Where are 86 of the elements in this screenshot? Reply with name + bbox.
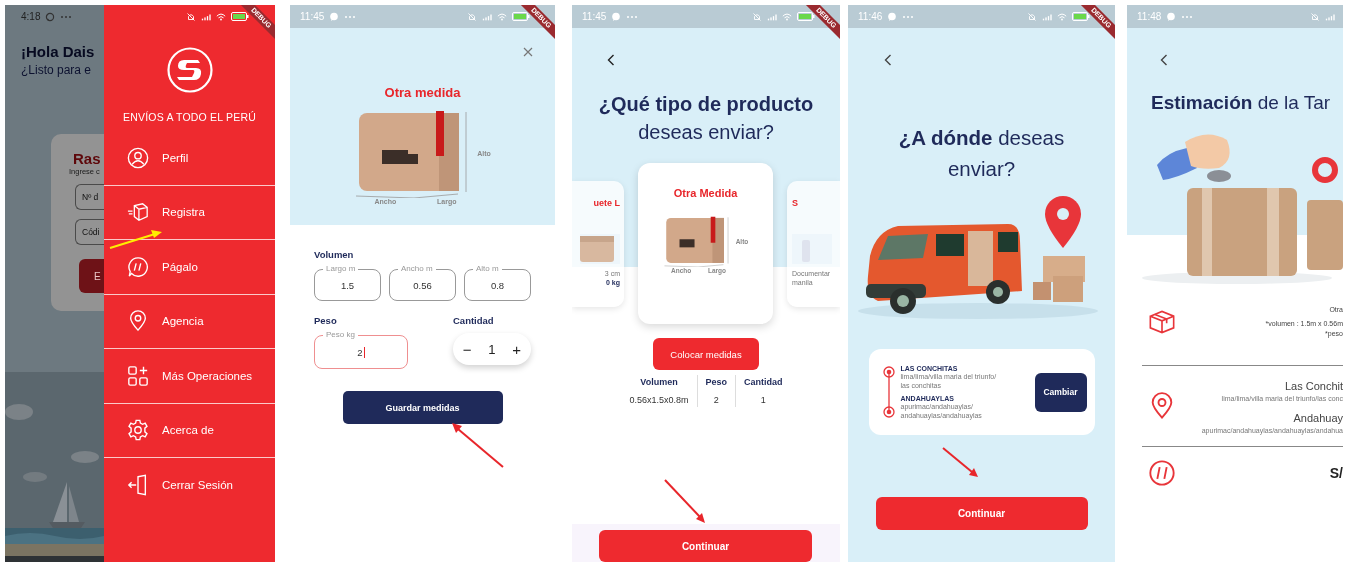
place-name: Andahuay [1293,412,1343,424]
arrow [664,479,705,523]
screen-title: ¿A dónde deseas enviar? [897,125,1066,182]
grid-plus-icon [127,364,149,387]
greeting-subtitle: ¿Listo para e [21,63,93,77]
menu-item[interactable]: Acerca de [104,403,275,458]
quantity-value: 1 [488,341,496,357]
more-icon [344,14,357,19]
arrow [109,230,162,249]
arrow [942,447,978,477]
section-label: Volumen [314,249,355,260]
section-label: Peso [314,315,338,326]
continue-button[interactable]: Continuar [875,497,1088,530]
increment-button[interactable]: + [509,341,525,357]
table-cell: 0.56x1.5x0.8m [629,395,689,405]
submit-button[interactable]: E [79,259,104,293]
battery-icon [231,12,249,21]
screen-subtitle: deseas enviar? [638,121,774,144]
card-title: Ras [73,150,101,167]
place-name: Las Conchit [1284,380,1343,392]
screen-title: Estimación de la Tar [1151,92,1332,114]
logo-icon [166,47,213,93]
speech-bubble-icon [127,255,149,278]
mute-icon [186,11,196,22]
mute-icon [1027,11,1037,22]
menu-item[interactable]: Perfil [104,131,275,186]
card-title: Otra Medida [673,187,738,199]
card-title: S [792,197,798,208]
status-time: 4:18 [21,11,41,22]
column-header: Peso [705,377,727,387]
decrement-button[interactable]: − [459,341,475,357]
logout-icon [127,474,149,497]
continue-button[interactable]: Continuar [599,530,812,562]
wifi-icon [782,11,792,22]
wifi-icon [216,11,226,22]
mute-icon [1310,11,1320,22]
more-icon [60,14,73,19]
screen-title: ¿Qué tipo de producto [598,93,814,116]
more-icon [1181,14,1194,19]
box-icon [1148,308,1176,336]
back-icon[interactable] [1160,54,1168,66]
chat-icon [1166,11,1177,22]
status-time: 11:48 [1137,11,1162,22]
greeting-title: ¡Hola Dais [21,43,96,60]
table-cell: 1 [760,395,766,405]
arrow [452,423,504,468]
user-icon [127,146,149,169]
back-icon[interactable] [607,54,615,66]
chat-icon [329,11,340,22]
screen-title: Otra medida [384,85,461,100]
status-time: 11:46 [858,11,883,22]
drawer-tagline: ENVÍOS A TODO EL PERÚ [123,111,256,123]
section-label: Cantidad [453,315,495,326]
column-header: Volumen [640,377,678,387]
coin-icon [1148,459,1176,487]
box-icon [127,201,149,224]
status-time: 11:45 [300,11,325,22]
status-time: 11:45 [582,11,607,22]
close-icon[interactable] [523,47,533,57]
save-button[interactable]: Guardar medidas [342,391,503,424]
mute-icon [752,11,762,22]
menu-item[interactable]: Más Operaciones [104,349,275,404]
battery-icon [797,12,815,21]
set-measures-button[interactable]: Colocar medidas [653,338,759,370]
chat-icon [611,11,622,22]
battery-icon [1072,12,1090,21]
column-header: Cantidad [744,377,783,387]
battery-icon [512,12,530,21]
more-icon [902,14,915,19]
route-icon [881,365,896,419]
settings-icon [127,419,149,442]
chat-icon [887,11,898,22]
card-title: uete L [593,197,620,208]
table-cell: 2 [713,395,719,405]
mute-icon [467,11,477,22]
chat-icon [45,11,56,22]
menu-item[interactable]: Págalo [104,240,275,295]
wifi-icon [497,11,507,22]
more-icon [626,14,639,19]
menu-item[interactable]: Agencia [104,294,275,349]
menu-item[interactable]: Cerrar Sesión [104,458,275,513]
location-pin-icon [127,310,149,333]
price: S/ [1329,465,1343,481]
change-button[interactable]: Cambiar [1034,372,1087,412]
wifi-icon [1057,11,1067,22]
back-icon[interactable] [884,54,892,66]
